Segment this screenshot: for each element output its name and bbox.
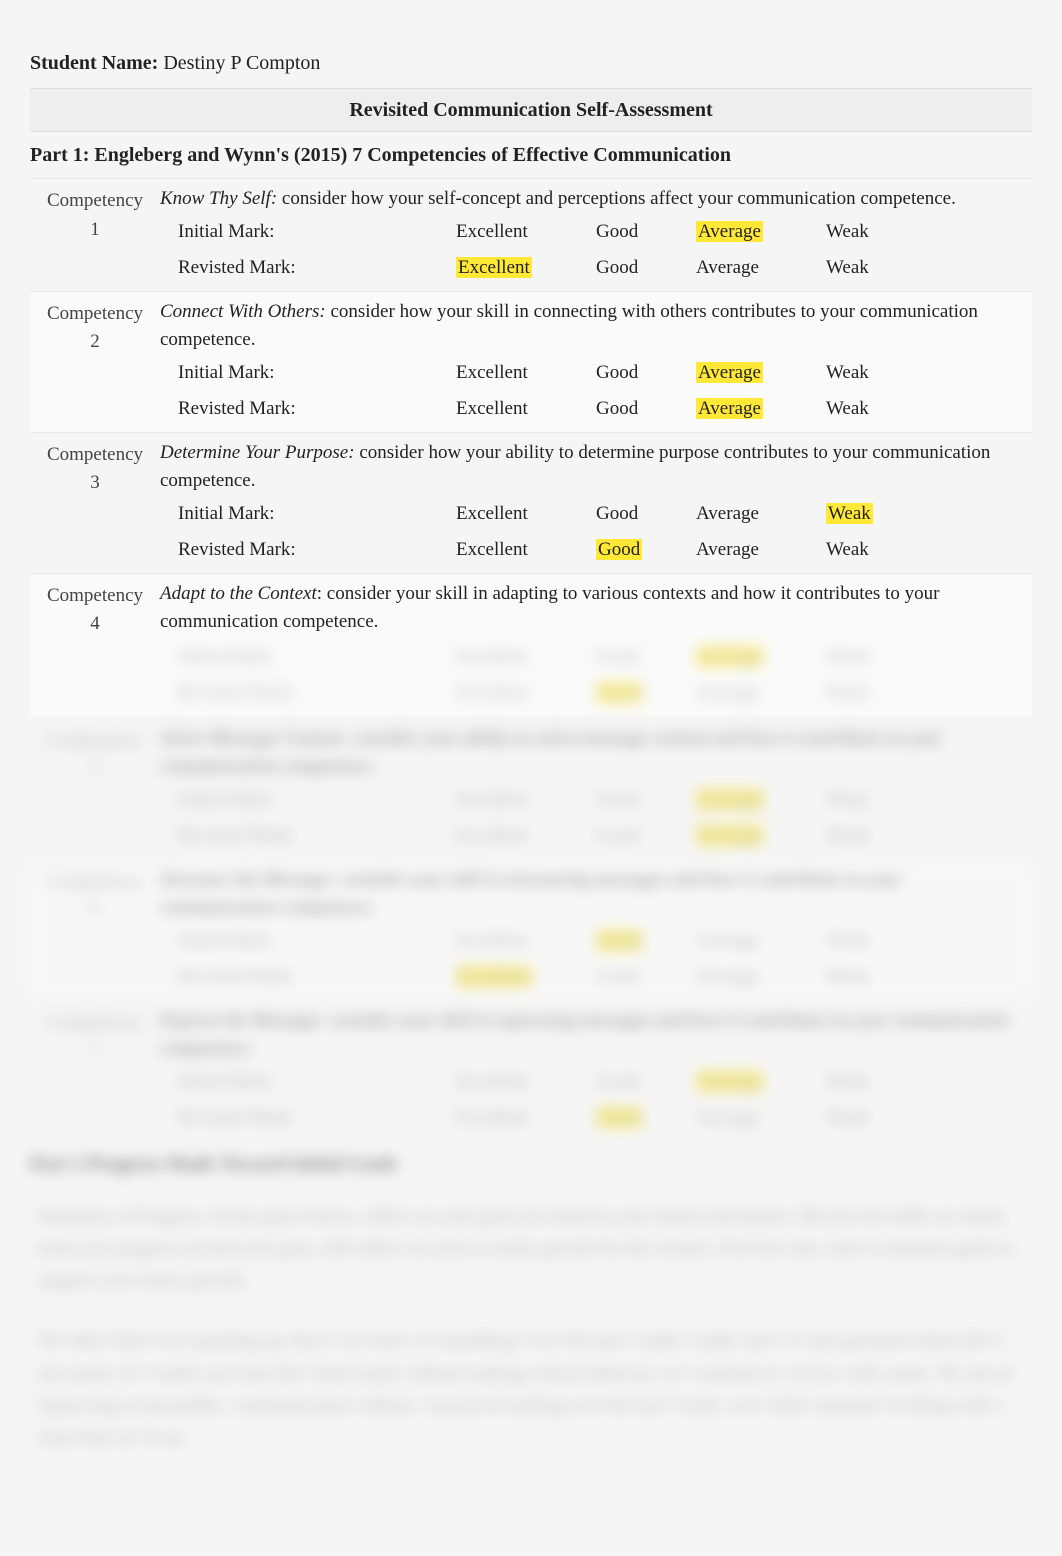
competency-3-row: Competency 3 Determine Your Purpose: con…	[30, 432, 1032, 573]
student-name-line: Student Name: Destiny P Compton	[30, 40, 1032, 88]
competency-description: Determine Your Purpose: consider how you…	[160, 439, 1022, 496]
competency-label: Competency 1	[30, 185, 160, 287]
rating-excellent: Excellent	[450, 359, 590, 388]
competency-label: Competency 2	[30, 298, 160, 428]
rating-good: Good	[590, 218, 690, 247]
rating-weak: Weak	[820, 218, 960, 247]
competency-body: Connect With Others: consider how your s…	[160, 298, 1032, 428]
revisted-mark-line: Revisted Mark: Excellent Good Average We…	[160, 250, 1022, 287]
competency-2-row: Competency 2 Connect With Others: consid…	[30, 291, 1032, 432]
rating-good: Good	[590, 536, 690, 565]
competency-7-row: Competency 7 Express the Message: consid…	[30, 1000, 1032, 1141]
competency-label: Competency 3	[30, 439, 160, 569]
initial-mark-line: Initial Mark: Excellent Good Average Wea…	[160, 355, 1022, 392]
competency-description: Know Thy Self: consider how your self-co…	[160, 185, 1022, 214]
initial-mark-line: Initial Mark: Excellent Good Average Wea…	[160, 639, 1022, 676]
rating-excellent: Excellent	[450, 218, 590, 247]
document-title: Revisited Communication Self-Assessment	[30, 88, 1032, 132]
part2-header: Part 2 Progress Made Toward Initial Goal…	[30, 1141, 1032, 1187]
rating-weak: Weak	[820, 359, 960, 388]
revisted-mark-label: Revisted Mark:	[160, 395, 450, 424]
rating-good: Good	[590, 395, 690, 424]
competency-title: Determine Your Purpose:	[160, 442, 355, 463]
rating-good: Good	[590, 500, 690, 529]
rating-average: Average	[690, 395, 820, 424]
revisted-mark-line: Revisted Mark: Excellent Good Average We…	[160, 532, 1022, 569]
competency-title: Connect With Others:	[160, 301, 326, 322]
revisted-mark-label: Revisted Mark:	[160, 254, 450, 283]
competency-5-row: Competency 5 Select Message Content: con…	[30, 718, 1032, 859]
rating-weak: Weak	[820, 536, 960, 565]
competency-body: Adapt to the Context: consider your skil…	[160, 580, 1032, 712]
competency-title: Know Thy Self:	[160, 188, 277, 209]
student-name-label: Student Name:	[30, 52, 158, 74]
competency-label: Competency 4	[30, 580, 160, 712]
initial-mark-label: Initial Mark:	[160, 218, 450, 247]
competency-1-row: Competency 1 Know Thy Self: consider how…	[30, 178, 1032, 291]
rating-average: Average	[690, 359, 820, 388]
rating-average: Average	[690, 254, 820, 283]
rating-excellent: Excellent	[450, 500, 590, 529]
rating-excellent: Excellent	[450, 254, 590, 283]
rating-good: Good	[590, 254, 690, 283]
rating-average: Average	[690, 218, 820, 247]
blurred-content: Initial Mark: Excellent Good Average Wea…	[160, 639, 1022, 712]
competency-6-row: Competency 6 Structure the Message: cons…	[30, 859, 1032, 1000]
summary-paragraph: Summary of Progress: In the space below,…	[30, 1187, 1032, 1312]
rating-average: Average	[690, 500, 820, 529]
competency-title: Adapt to the Context	[160, 583, 317, 604]
rating-weak: Weak	[820, 395, 960, 424]
blurred-section: Competency 5 Select Message Content: con…	[30, 718, 1032, 1469]
rating-weak: Weak	[820, 254, 960, 283]
rating-average: Average	[690, 536, 820, 565]
rating-excellent: Excellent	[450, 536, 590, 565]
part1-header: Part 1: Engleberg and Wynn's (2015) 7 Co…	[30, 132, 1032, 178]
competency-description: Connect With Others: consider how your s…	[160, 298, 1022, 355]
rating-weak: Weak	[820, 500, 960, 529]
rating-excellent: Excellent	[450, 395, 590, 424]
initial-mark-line: Initial Mark: Excellent Good Average Wea…	[160, 214, 1022, 251]
competency-body: Know Thy Self: consider how your self-co…	[160, 185, 1032, 287]
student-name-value: Destiny P Compton	[163, 52, 320, 74]
revisted-mark-line: Revisted Mark: Excellent Good Average We…	[160, 391, 1022, 428]
competency-4-row: Competency 4 Adapt to the Context: consi…	[30, 573, 1032, 716]
initial-mark-label: Initial Mark:	[160, 359, 450, 388]
initial-mark-line: Initial Mark: Excellent Good Average Wea…	[160, 496, 1022, 533]
competency-body: Determine Your Purpose: consider how you…	[160, 439, 1032, 569]
competency-description: Adapt to the Context: consider your skil…	[160, 580, 1022, 637]
reflection-paragraph: We often find it not speaking up, that I…	[30, 1311, 1032, 1468]
revisted-mark-line: Revisted Mark: Excellent Good Average We…	[160, 675, 1022, 712]
rating-good: Good	[590, 359, 690, 388]
revisted-mark-label: Revisted Mark:	[160, 536, 450, 565]
initial-mark-label: Initial Mark:	[160, 500, 450, 529]
